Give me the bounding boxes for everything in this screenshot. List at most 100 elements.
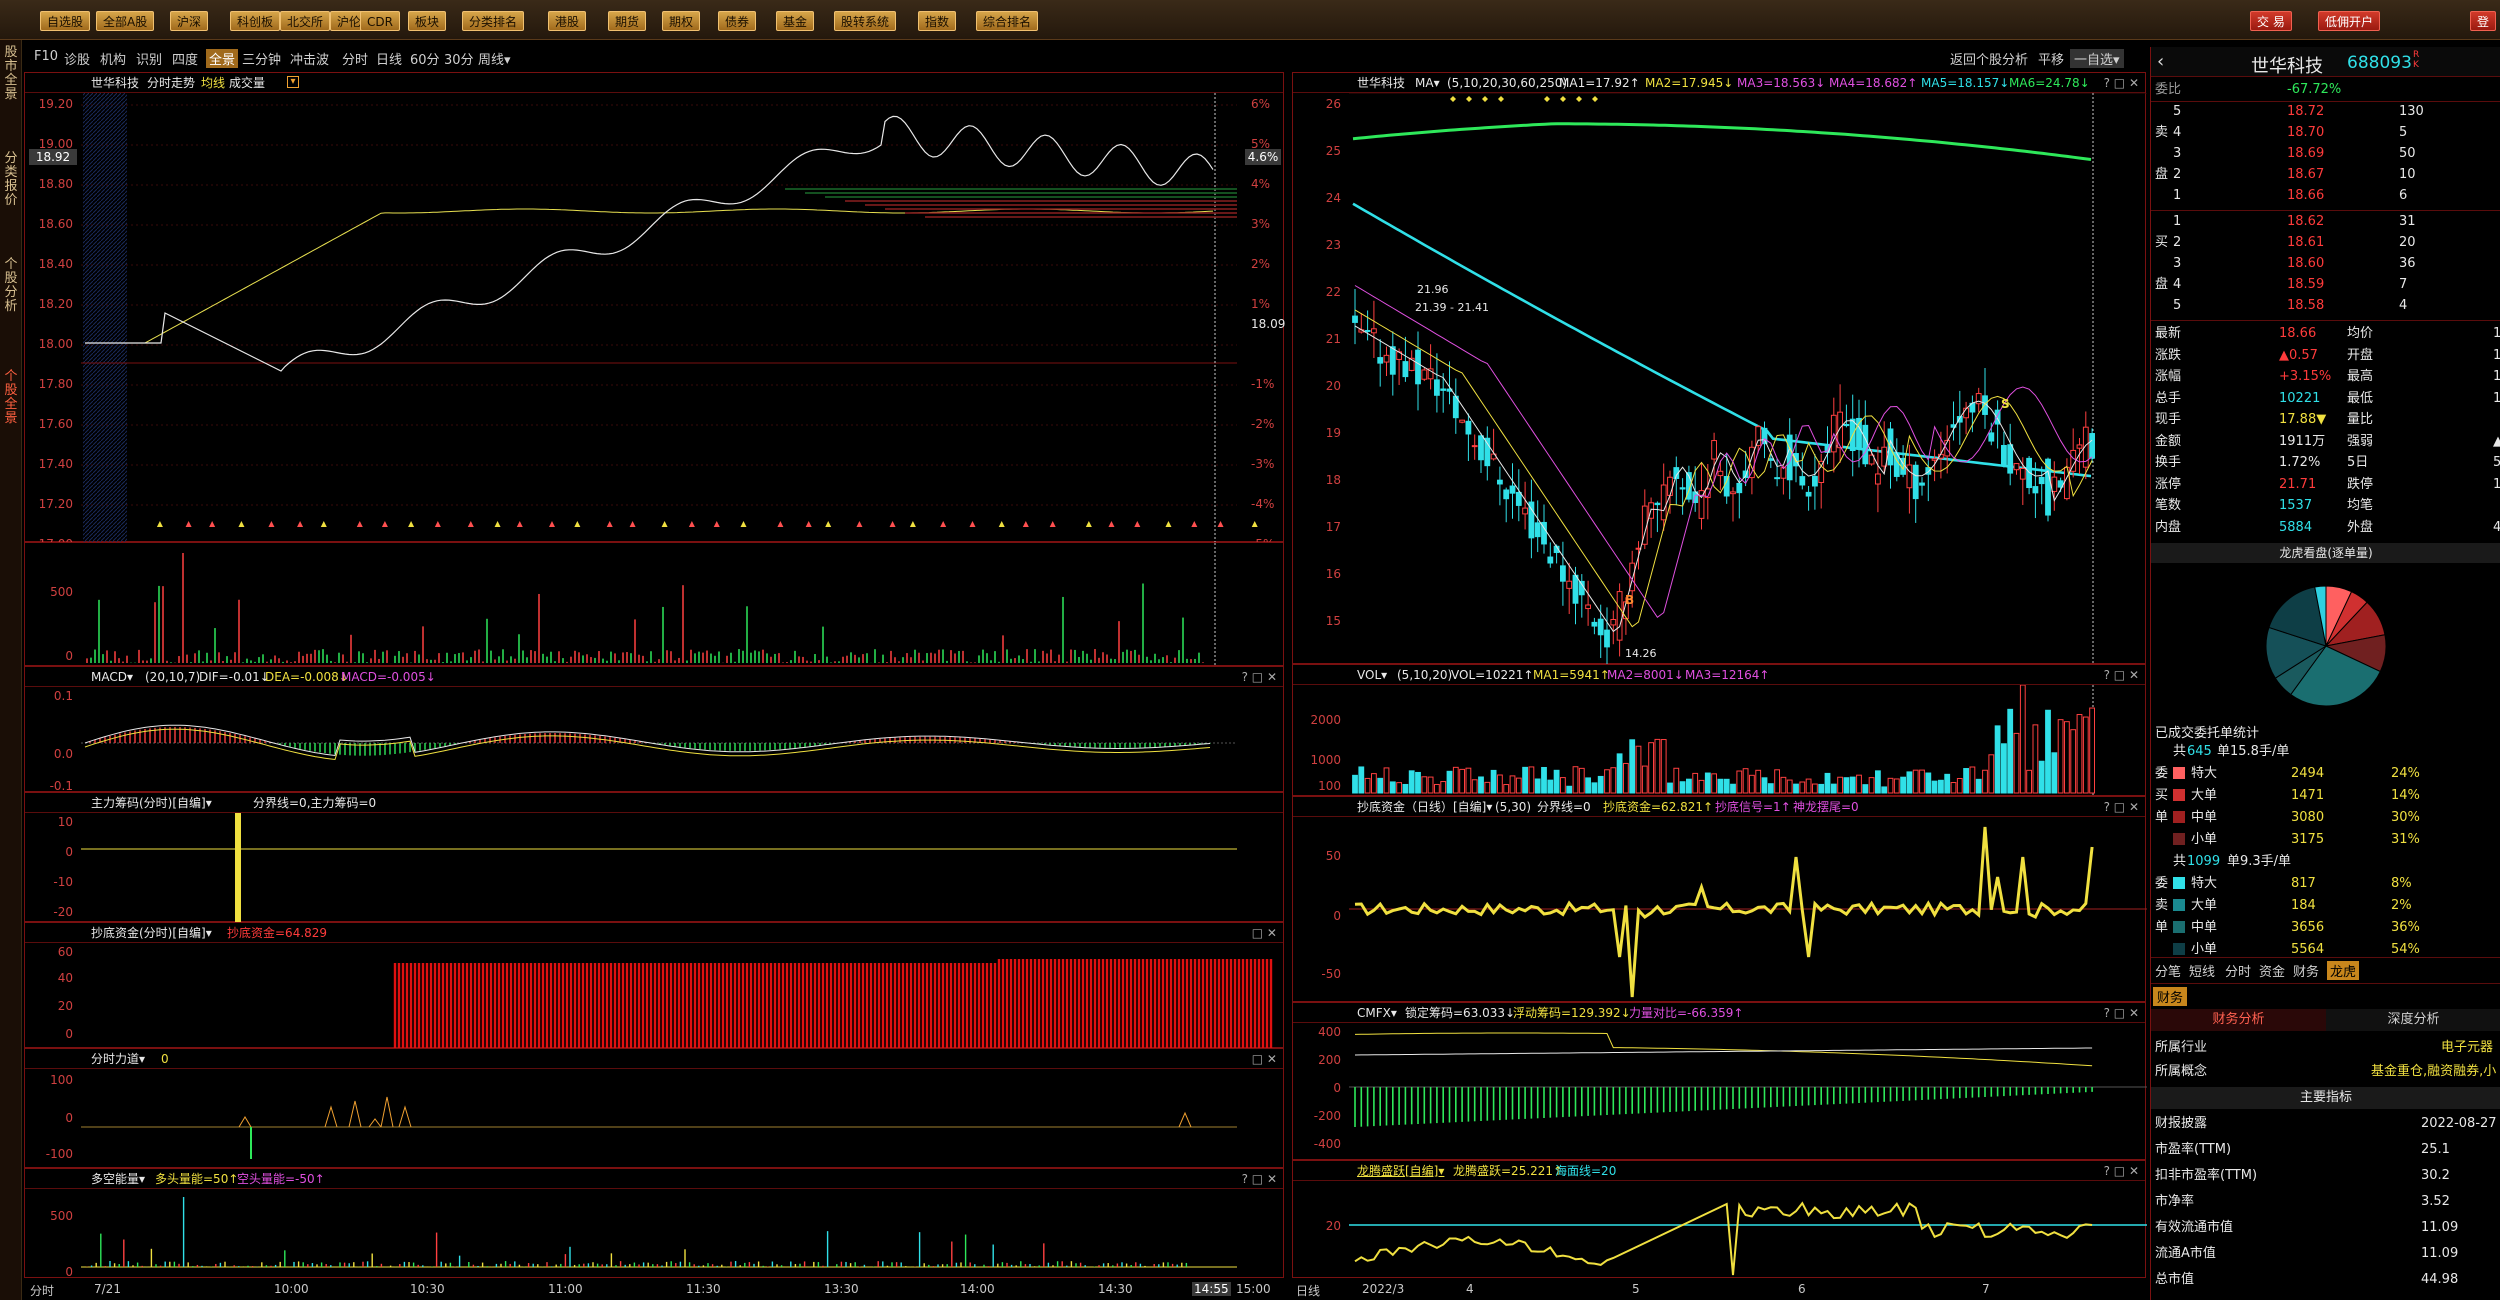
login-button[interactable]: 登 xyxy=(2470,11,2497,31)
buy-order-row[interactable]: 3 18.60 36 xyxy=(2151,253,2500,274)
daily-axis-mode[interactable]: 日线 xyxy=(1296,1282,1320,1299)
long-short-panel: 多空能量▾ 多头量能=50↑ 空头量能=-50↑ ? □ ✕ 500 0 xyxy=(24,1168,1285,1279)
sidebar-tab-market[interactable]: 股市全景 xyxy=(2,46,20,102)
four-degree-button[interactable]: 四度 xyxy=(172,49,198,68)
time-force-chart[interactable] xyxy=(25,1069,1285,1169)
dragon-chart[interactable] xyxy=(1293,1181,2147,1279)
intraday-price-chart[interactable] xyxy=(25,93,1285,543)
sell-order-row[interactable]: 3 18.69 50 xyxy=(2151,143,2500,164)
sell-signal: S xyxy=(2001,397,2010,411)
panorama-button[interactable]: 全景 xyxy=(206,49,239,68)
f10-button[interactable]: F10 xyxy=(34,49,58,64)
daily-bottom-fund-panel: 抄底资金（日线）[自编]▾ (5,30) 分界线=0 抄底资金=62.821↑ … xyxy=(1292,796,2147,1003)
diagnose-button[interactable]: 诊股 xyxy=(64,49,90,68)
fin-row: 流通A市值 11.09 xyxy=(2155,1246,2459,1261)
tab-short[interactable]: 短线 xyxy=(2189,961,2215,980)
top-menu-button[interactable]: 港股 xyxy=(548,11,587,31)
tab-ticks[interactable]: 分笔 xyxy=(2155,961,2181,980)
fin-tab[interactable]: 财务 xyxy=(2153,987,2188,1006)
tab-finance[interactable]: 财务 xyxy=(2293,961,2319,980)
quote-stat-row: 总手 10221 最低 1 xyxy=(2155,390,2500,406)
category-swatch xyxy=(2173,767,2185,779)
sidebar-tab-quotes[interactable]: 分类报价 xyxy=(2,152,20,208)
daily-volume-chart[interactable] xyxy=(1293,685,2147,797)
sidebar-tab-overview[interactable]: 个股全景 xyxy=(2,370,20,426)
weekly-button[interactable]: 周线▾ xyxy=(478,49,511,68)
daily-button[interactable]: 日线 xyxy=(376,49,402,68)
open-account-button[interactable]: 低佣开户 xyxy=(2318,11,2381,31)
quote-tabbar: 分笔 短线 分时 资金 财务 龙虎 xyxy=(2151,959,2500,981)
pan-button[interactable]: 平移 xyxy=(2038,49,2064,68)
30min-button[interactable]: 30分 xyxy=(444,49,474,68)
buy-order-row[interactable]: 盘 4 18.59 7 xyxy=(2151,274,2500,295)
trade-button[interactable]: 交 易 xyxy=(2250,11,2292,31)
top-menu-button[interactable]: 自选股 xyxy=(40,11,91,31)
bottom-fund-chart[interactable] xyxy=(25,943,1285,1049)
fin-analysis-tab[interactable]: 财务分析 xyxy=(2151,1009,2326,1031)
top-menu-button[interactable]: 期货 xyxy=(608,11,647,31)
top-menu-button[interactable]: 基金 xyxy=(776,11,815,31)
quote-stat-row: 现手 17.88▼ 量比 xyxy=(2155,412,2374,427)
top-menu-button[interactable]: 北交所 xyxy=(280,11,331,31)
institution-button[interactable]: 机构 xyxy=(100,49,126,68)
quote-stat-row: 涨跌 ▲0.57 开盘 1 xyxy=(2155,347,2500,363)
time-axis-mode[interactable]: 分时 xyxy=(30,1282,54,1299)
top-menu-button[interactable]: 指数 xyxy=(918,11,957,31)
three-minute-button[interactable]: 三分钟 xyxy=(242,49,281,68)
daily-kline-chart[interactable] xyxy=(1293,93,2147,665)
intraday-time-axis: 分时 7/21 10:00 10:30 11:00 11:30 13:30 14… xyxy=(30,1282,1271,1299)
top-menu-button[interactable]: 期权 xyxy=(662,11,701,31)
back-to-analysis-link[interactable]: 返回个股分析 xyxy=(1950,49,2028,68)
buy-order-row[interactable]: 5 18.58 4 xyxy=(2151,295,2500,316)
long-short-chart[interactable] xyxy=(25,1189,1285,1279)
buy-order-row[interactable]: 1 18.62 31 xyxy=(2151,211,2500,232)
fin-row: 扣非市盈率(TTM) 30.2 xyxy=(2155,1168,2450,1183)
category-swatch xyxy=(2173,789,2185,801)
60min-button[interactable]: 60分 xyxy=(410,49,440,68)
buy-order-row[interactable]: 买 2 18.61 20 xyxy=(2151,232,2500,253)
top-menu-button[interactable]: 沪深 xyxy=(170,11,209,31)
top-menu-button[interactable]: 债券 xyxy=(718,11,757,31)
cmfx-chart[interactable] xyxy=(1293,1023,2147,1161)
sidebar-tab-analysis[interactable]: 个股分析 xyxy=(2,258,20,314)
daily-bottom-fund-chart[interactable] xyxy=(1293,817,2147,1003)
deep-analysis-tab[interactable]: 深度分析 xyxy=(2326,1009,2500,1031)
intraday-button[interactable]: 分时 xyxy=(342,49,368,68)
fin-row: 财报披露 2022-08-27 xyxy=(2155,1116,2497,1131)
intraday-volume-chart[interactable] xyxy=(25,543,1285,667)
top-menu-button[interactable]: 科创板 xyxy=(230,11,281,31)
order-category-row: 小单 3175 31% xyxy=(2151,829,2500,850)
main-chip-chart[interactable] xyxy=(25,813,1285,923)
panel-controls-icon[interactable]: ? □ ✕ xyxy=(1242,667,1277,686)
order-category-row: 委特大 2494 24% xyxy=(2155,766,2420,781)
top-menu-button[interactable]: 综合排名 xyxy=(976,11,1039,31)
top-menu-button[interactable]: 全部A股 xyxy=(96,11,155,31)
tab-intraday[interactable]: 分时 xyxy=(2225,961,2251,980)
tab-funds[interactable]: 资金 xyxy=(2259,961,2285,980)
back-arrow-icon[interactable]: ‹ xyxy=(2157,51,2164,72)
watchlist-dropdown[interactable]: 一自选▾ xyxy=(2070,49,2124,68)
stock-code: 688093 xyxy=(2347,53,2412,73)
order-category-row: 卖大单 184 2% xyxy=(2155,898,2412,913)
stock-name: 世华科技 xyxy=(2251,56,2323,77)
category-swatch xyxy=(2173,921,2185,933)
indicator-dropdown-icon[interactable]: ▾ xyxy=(287,76,299,88)
top-menu-button[interactable]: 分类排名 xyxy=(462,11,525,31)
sell-summary: 共 1099 单9.3手/单 xyxy=(2173,854,2292,869)
fin-row: 市盈率(TTM) 25.1 xyxy=(2155,1142,2450,1157)
shockwave-button[interactable]: 冲击波 xyxy=(290,49,329,68)
top-menu-button[interactable]: 股转系统 xyxy=(834,11,897,31)
sell-order-row[interactable]: 卖 4 18.70 5 xyxy=(2151,122,2500,143)
top-menu-button[interactable]: CDR xyxy=(360,11,400,31)
tab-dragon[interactable]: 龙虎 xyxy=(2327,961,2360,980)
quote-stat-row: 金额 1911万 强弱 ▲ xyxy=(2155,433,2500,449)
quote-stat-row: 换手1.72%5日5. xyxy=(2155,455,2500,470)
sell-order-row[interactable]: 1 18.66 6 xyxy=(2151,185,2500,206)
intraday-macd-chart[interactable] xyxy=(25,687,1285,793)
category-swatch xyxy=(2173,811,2185,823)
daily-kline-panel: 世华科技 MA▾ (5,10,20,30,60,250) MA1=17.92↑ … xyxy=(1292,72,2147,665)
top-menu-button[interactable]: 板块 xyxy=(408,11,447,31)
identify-button[interactable]: 识别 xyxy=(136,49,162,68)
sell-order-row[interactable]: 5 18.72 130 xyxy=(2151,101,2500,122)
sell-order-row[interactable]: 盘 2 18.67 10 xyxy=(2151,164,2500,185)
